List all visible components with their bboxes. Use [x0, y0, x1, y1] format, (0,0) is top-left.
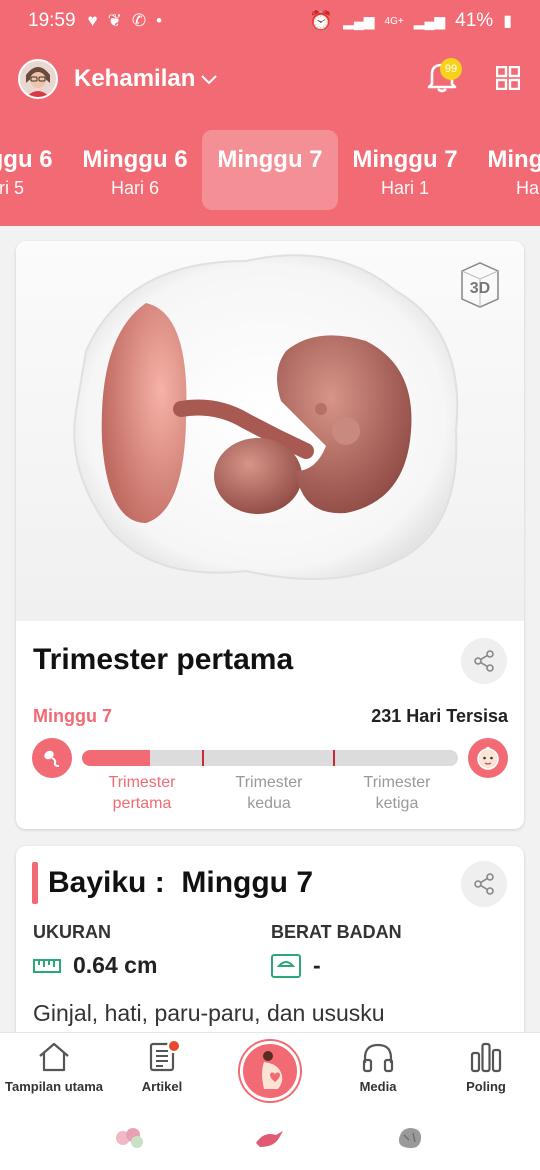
days-remaining: 231 Hari Tersisa — [371, 706, 508, 726]
week-tab[interactable]: Minggu 6 Hari 5 — [0, 130, 68, 210]
share-button[interactable] — [461, 638, 507, 684]
sperm-icon — [32, 738, 72, 778]
section-accent-bar — [32, 862, 38, 904]
notification-badge: 99 — [440, 58, 462, 80]
nav-label: Tampilan utama — [4, 1079, 103, 1094]
trimester-label-line: Trimester — [363, 774, 431, 791]
bottom-navigation: Tampilan utama Artikel Media Poling — [0, 1032, 540, 1170]
baby-card-title: Bayiku : Minggu 7 — [48, 866, 314, 899]
battery-level: 41% — [455, 10, 494, 31]
nav-article[interactable]: Artikel — [108, 1041, 216, 1094]
trimester-label-line: pertama — [112, 795, 172, 812]
header: 19:59 ♥ ❦ ✆ • ⏰ ▂▄▆ 4G+ ▂▄▆ 41% ▮ Kehami… — [0, 0, 540, 226]
embryo-image[interactable]: 3D — [16, 241, 524, 621]
trimester-label-line: kedua — [247, 795, 291, 812]
week-tab-title: Minggu 7 — [217, 146, 323, 173]
baby-description: Ginjal, hati, paru-paru, dan ususku — [33, 1000, 385, 1026]
trimester-card: 3D Trimester pertama Minggu 7 231 Hari T… — [16, 241, 524, 829]
more-dot-icon: • — [156, 11, 163, 30]
progress-fill — [82, 750, 150, 766]
trimester-label-line: Trimester — [235, 774, 303, 791]
baby-card: Bayiku : Minggu 7 UKURAN BERAT BADAN 0.6… — [16, 846, 524, 1046]
week-tab[interactable]: Minggu 7 Hari 1 — [337, 130, 473, 210]
status-bar: 19:59 ♥ ❦ ✆ • ⏰ ▂▄▆ 4G+ ▂▄▆ 41% ▮ — [0, 0, 540, 42]
nav-media[interactable]: Media — [324, 1041, 432, 1094]
size-label: UKURAN — [33, 922, 111, 942]
trimester-label-line: Trimester — [108, 774, 176, 791]
svg-text:3D: 3D — [470, 280, 490, 297]
pregnancy-icon — [262, 1051, 283, 1089]
app-notification-icon: ❦ — [107, 11, 122, 30]
trimester-label-line: ketiga — [375, 795, 419, 812]
week-tab-title: Minggu 6 — [82, 146, 188, 173]
signal-icon-2: ▂▄▆ — [413, 12, 446, 29]
nav-home[interactable]: Tampilan utama — [0, 1041, 108, 1094]
trimester-divider — [333, 750, 335, 766]
unread-dot — [167, 1039, 181, 1053]
status-notification-icons: ♥ ❦ ✆ • — [88, 11, 163, 31]
trimester-divider — [202, 750, 204, 766]
home-icon — [39, 1042, 69, 1072]
flower-decoration-icon — [116, 1128, 143, 1148]
trimester-label-1: Trimester pertama — [82, 772, 202, 814]
embryo-illustration — [73, 254, 459, 580]
nav-pregnancy-button[interactable] — [240, 1041, 300, 1101]
grid-menu-icon[interactable] — [496, 66, 520, 90]
week-tab-title: Minggu 7 — [352, 146, 458, 173]
battery-icon: ▮ — [503, 13, 512, 30]
nav-poll[interactable]: Poling — [432, 1041, 540, 1094]
week-tab[interactable]: Minggu 6 Hari 6 — [67, 130, 203, 210]
poll-icon — [470, 1042, 502, 1073]
nav-label: Poling — [466, 1079, 506, 1094]
avatar[interactable] — [18, 59, 58, 99]
nav-label: Media — [359, 1079, 397, 1094]
size-value-row: 0.64 cm — [33, 952, 157, 979]
ruler-icon — [33, 958, 61, 973]
view-3d-icon[interactable]: 3D — [454, 259, 506, 311]
week-tab-title: Minggu 7 — [487, 146, 540, 173]
bird-decoration-icon — [256, 1131, 283, 1147]
week-tab-active[interactable]: Minggu 7 — [202, 130, 338, 210]
heart-icon: ♥ — [87, 11, 98, 30]
week-tab[interactable]: Minggu 7 Hari 2 — [472, 130, 540, 210]
share-icon — [474, 873, 494, 895]
whatsapp-icon: ✆ — [131, 11, 147, 30]
signal-icon: ▂▄▆ — [343, 12, 375, 29]
current-week-label: Minggu 7 — [33, 706, 112, 726]
nav-label: Artikel — [141, 1079, 183, 1094]
week-tabs: Minggu 6 Hari 5 Minggu 6 Hari 6 Minggu 7… — [0, 130, 540, 210]
trimester-label-3: Trimester ketiga — [337, 772, 457, 814]
week-tab-title: Minggu 6 — [0, 146, 53, 173]
week-tab-day: Hari 1 — [380, 178, 429, 198]
trimester-title: Trimester pertama — [33, 643, 294, 676]
weight-label: BERAT BADAN — [271, 922, 402, 942]
week-tab-day: Hari 6 — [110, 178, 159, 198]
baby-face-icon — [468, 738, 508, 778]
scale-icon — [271, 953, 301, 978]
status-time: 19:59 — [28, 10, 76, 31]
page-title[interactable]: Kehamilan — [74, 65, 195, 93]
trimester-label-2: Trimester kedua — [209, 772, 329, 814]
headphones-icon — [362, 1043, 394, 1073]
network-type: 4G+ — [384, 15, 404, 27]
chevron-down-icon[interactable] — [201, 69, 218, 90]
weight-value: - — [313, 952, 321, 978]
weight-value-row: - — [271, 952, 321, 979]
stone-decoration-icon — [398, 1128, 422, 1149]
pregnancy-progress-bar — [82, 750, 458, 766]
share-button[interactable] — [461, 861, 507, 907]
share-icon — [474, 650, 494, 672]
size-value: 0.64 cm — [73, 952, 158, 978]
week-tab-day: Hari 2 — [515, 178, 540, 198]
week-tab-day: Hari 5 — [0, 178, 24, 198]
alarm-icon: ⏰ — [309, 11, 334, 32]
